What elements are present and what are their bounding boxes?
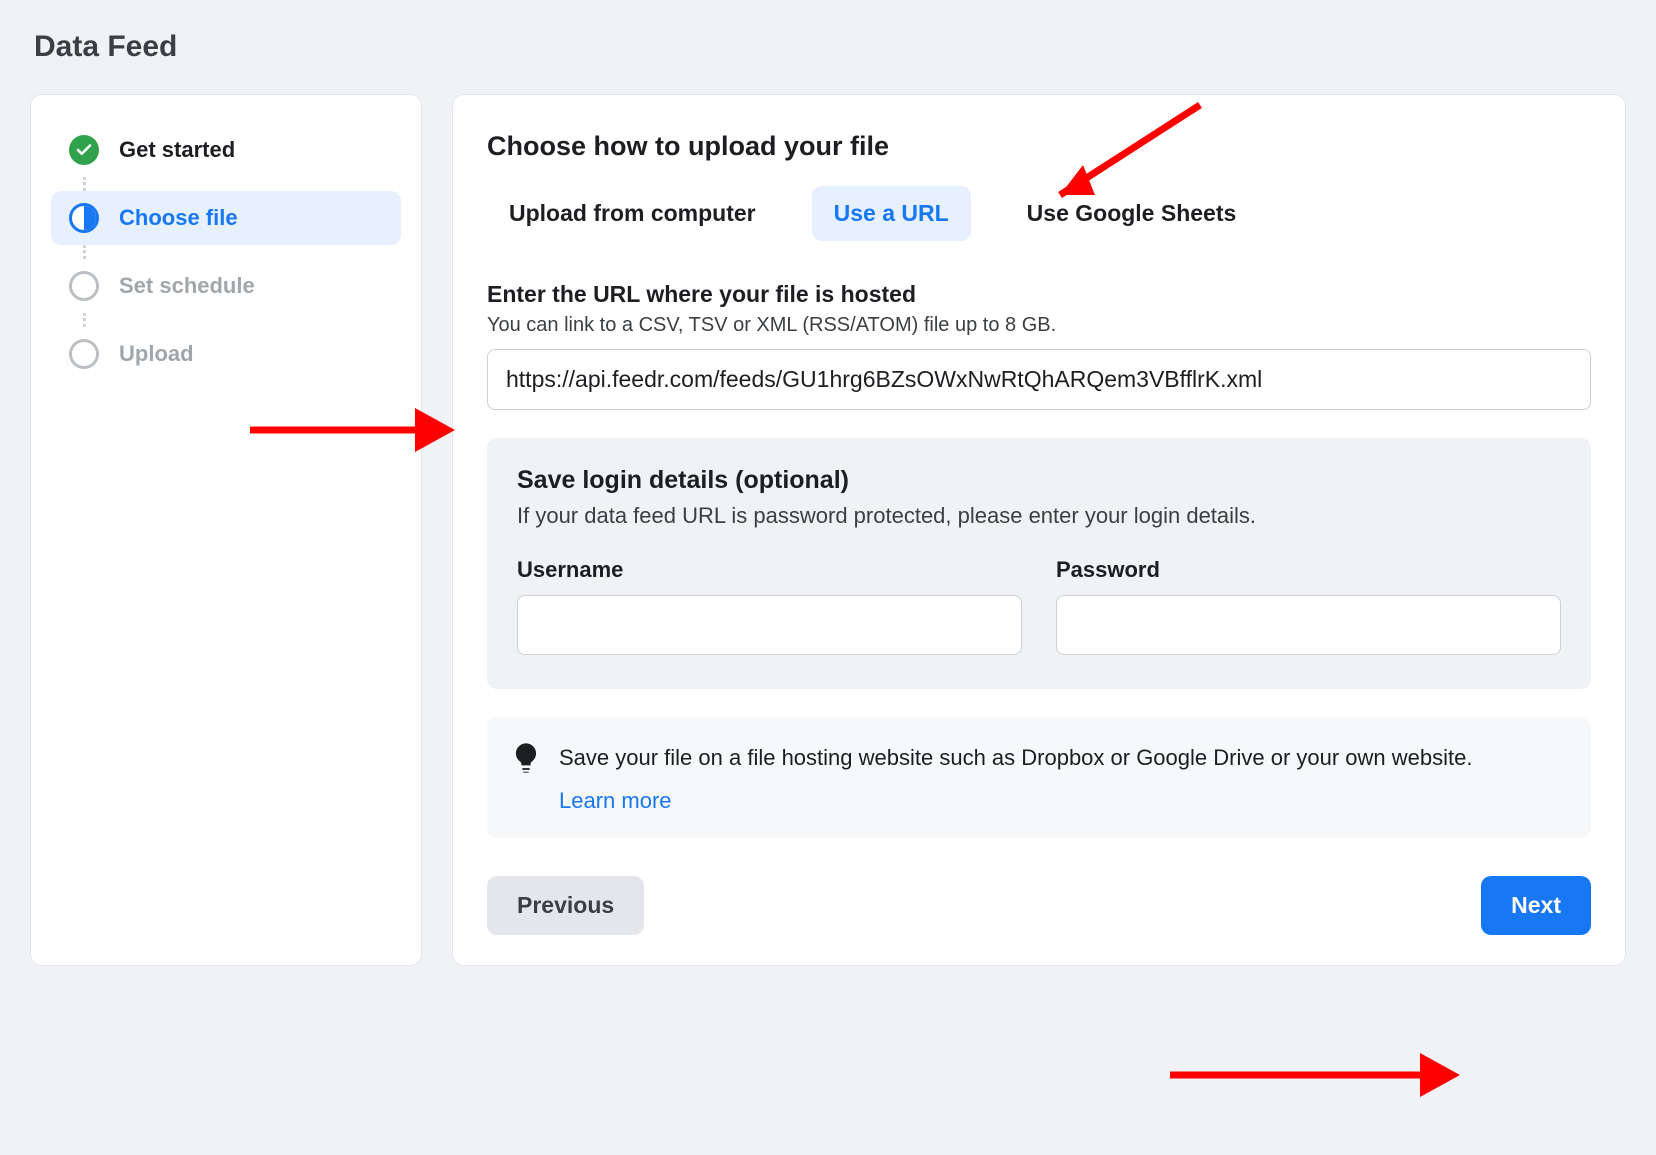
wizard-nav: Previous Next <box>487 876 1591 935</box>
next-button[interactable]: Next <box>1481 876 1591 935</box>
step-label: Set schedule <box>119 273 255 299</box>
lightbulb-icon <box>515 743 537 773</box>
feed-url-input[interactable] <box>487 349 1591 410</box>
password-label: Password <box>1056 557 1561 583</box>
page-title: Data Feed <box>34 30 1626 64</box>
section-title: Choose how to upload your file <box>487 131 1591 162</box>
login-title: Save login details (optional) <box>517 466 1561 495</box>
step-choose-file[interactable]: Choose file <box>51 191 401 245</box>
upload-method-tabs: Upload from computer Use a URL Use Googl… <box>487 186 1591 241</box>
half-circle-icon <box>69 203 99 233</box>
tab-use-a-url[interactable]: Use a URL <box>812 186 971 241</box>
step-set-schedule[interactable]: Set schedule <box>51 259 401 313</box>
learn-more-link[interactable]: Learn more <box>559 788 1472 814</box>
wizard-sidebar: Get started Choose file Set schedule Upl… <box>30 94 422 966</box>
step-label: Upload <box>119 341 194 367</box>
tab-use-google-sheets[interactable]: Use Google Sheets <box>1005 186 1259 241</box>
step-label: Choose file <box>119 205 238 231</box>
checkmark-icon <box>69 135 99 165</box>
step-get-started[interactable]: Get started <box>51 123 401 177</box>
login-details-card: Save login details (optional) If your da… <box>487 438 1591 689</box>
tip-text: Save your file on a file hosting website… <box>559 741 1472 774</box>
hosting-tip-card: Save your file on a file hosting website… <box>487 717 1591 838</box>
empty-circle-icon <box>69 271 99 301</box>
username-label: Username <box>517 557 1022 583</box>
url-field-hint: You can link to a CSV, TSV or XML (RSS/A… <box>487 314 1591 337</box>
password-input[interactable] <box>1056 595 1561 655</box>
empty-circle-icon <box>69 339 99 369</box>
step-label: Get started <box>119 137 235 163</box>
main-panel: Choose how to upload your file Upload fr… <box>452 94 1626 966</box>
step-upload[interactable]: Upload <box>51 327 401 381</box>
username-input[interactable] <box>517 595 1022 655</box>
tab-upload-from-computer[interactable]: Upload from computer <box>487 186 778 241</box>
previous-button[interactable]: Previous <box>487 876 644 935</box>
login-description: If your data feed URL is password protec… <box>517 503 1561 529</box>
url-field-label: Enter the URL where your file is hosted <box>487 281 1591 308</box>
